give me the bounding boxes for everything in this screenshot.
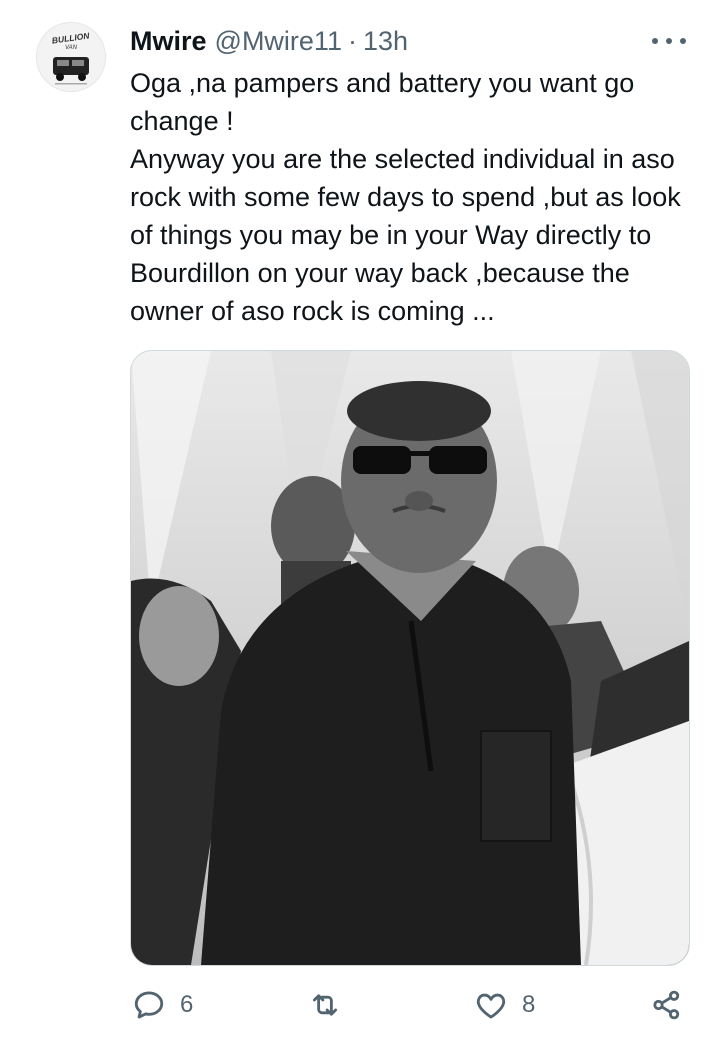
tweet-photo[interactable] xyxy=(130,350,690,966)
like-button[interactable]: 8 xyxy=(474,985,535,1025)
photo-man-in-dark-attire xyxy=(131,351,689,965)
share-icon xyxy=(653,990,680,1020)
avatar[interactable]: BULLION VAN xyxy=(36,22,106,92)
author-name[interactable]: Mwire xyxy=(130,26,207,57)
share-button[interactable] xyxy=(650,985,684,1025)
like-count: 8 xyxy=(522,991,536,1018)
reply-icon xyxy=(134,991,164,1019)
tweet-actions: 6 8 xyxy=(130,985,690,1025)
svg-text:VAN: VAN xyxy=(65,45,78,51)
reply-button[interactable]: 6 xyxy=(132,985,193,1025)
tweet-timestamp[interactable]: 13h xyxy=(363,26,408,57)
bullion-van-logo: BULLION VAN xyxy=(37,23,105,91)
separator-dot: · xyxy=(347,25,357,56)
tweet-header: Mwire @Mwire11 · 13h xyxy=(130,25,408,57)
retweet-button[interactable] xyxy=(308,985,342,1025)
like-icon xyxy=(476,993,506,1019)
retweet-icon xyxy=(312,994,338,1016)
author-handle[interactable]: @Mwire11 xyxy=(215,26,342,57)
tweet-text: Oga ,na pampers and battery you want go … xyxy=(130,68,681,326)
reply-count: 6 xyxy=(180,991,194,1018)
more-icon[interactable] xyxy=(652,30,686,52)
